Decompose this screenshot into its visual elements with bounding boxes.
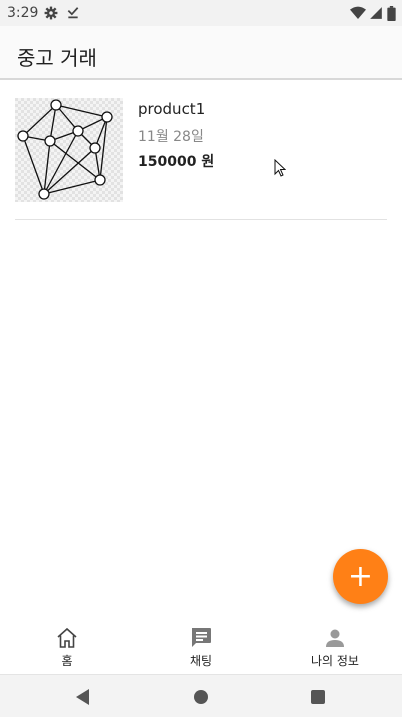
product-price: 150000 원 (138, 154, 215, 170)
status-bar: 3:29 (0, 0, 402, 26)
product-date: 11월 28일 (138, 129, 204, 145)
nav-item-my-info[interactable]: 나의 정보 (268, 618, 402, 672)
recents-icon[interactable] (310, 689, 326, 705)
download-done-icon (67, 7, 79, 19)
battery-icon (387, 6, 396, 21)
app-bar-divider (0, 78, 402, 80)
wifi-icon (350, 6, 366, 20)
nav-item-chat[interactable]: 채팅 (134, 618, 268, 672)
mouse-cursor-icon (274, 159, 286, 177)
page-title: 중고 거래 (17, 46, 97, 70)
signal-icon (370, 7, 382, 19)
add-product-button[interactable]: + (333, 549, 388, 604)
home-icon (57, 627, 77, 648)
chat-icon (192, 628, 211, 647)
product-thumbnail (15, 98, 123, 202)
back-icon[interactable] (75, 688, 91, 706)
nav-label-home: 홈 (61, 654, 73, 668)
plus-icon: + (347, 559, 374, 594)
nav-label-my-info: 나의 정보 (311, 654, 359, 668)
network-graph-icon (15, 98, 123, 202)
list-divider (15, 219, 387, 220)
home-circle-icon[interactable] (193, 689, 209, 705)
person-icon (326, 629, 344, 647)
bottom-navigation: 홈 채팅 나의 정보 (0, 618, 402, 672)
app-bar: 중고 거래 (0, 26, 402, 78)
product-list-item[interactable]: product1 11월 28일 150000 원 (15, 98, 387, 202)
gear-icon (44, 6, 58, 20)
product-title: product1 (138, 100, 206, 118)
nav-label-chat: 채팅 (189, 654, 213, 668)
status-time: 3:29 (7, 5, 39, 21)
system-navigation-bar (0, 674, 402, 717)
nav-item-home[interactable]: 홈 (0, 618, 134, 672)
